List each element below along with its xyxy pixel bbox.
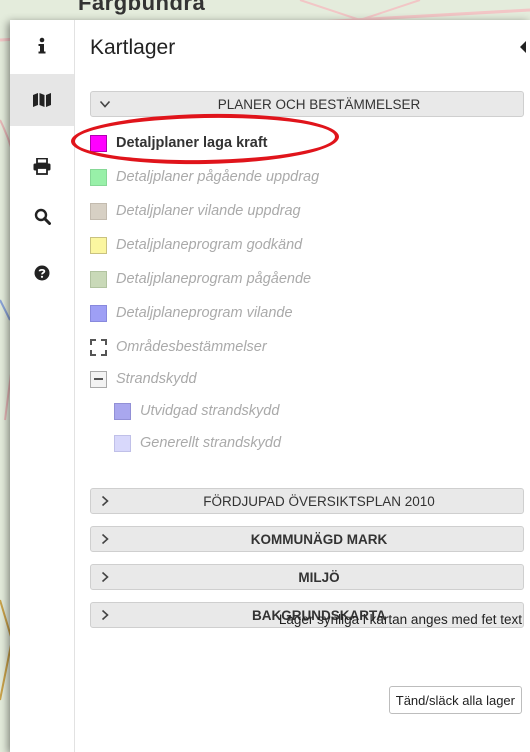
group-label: MILJÖ [298, 570, 340, 585]
layer-swatch [90, 236, 107, 254]
help-button[interactable] [10, 247, 74, 299]
layer-swatch [114, 402, 131, 420]
group-header-miljo[interactable]: MILJÖ [90, 564, 524, 590]
group-header-fordjupad[interactable]: FÖRDJUPAD ÖVERSIKTSPLAN 2010 [90, 488, 524, 514]
layer-label: Generellt strandskydd [140, 435, 282, 451]
layer-label: Detaljplaneprogram vilande [116, 305, 293, 321]
map-place-label: Färgbundra [78, 0, 206, 15]
group-label: FÖRDJUPAD ÖVERSIKTSPLAN 2010 [203, 494, 435, 509]
toggle-all-layers-button[interactable]: Tänd/släck alla lager [388, 686, 522, 714]
info-icon [38, 37, 46, 54]
layer-swatch [90, 168, 107, 186]
chevron-right-icon [101, 609, 109, 621]
layer-item[interactable]: Detaljplaner vilande uppdrag [90, 200, 301, 222]
layer-label: Utvidgad strandskydd [140, 403, 280, 419]
group-label: PLANER OCH BESTÄMMELSER [217, 97, 421, 112]
layer-panel: Kartlager PLANER OCH BESTÄMMELSER Detalj… [10, 20, 530, 752]
chevron-right-icon [101, 571, 109, 583]
print-button[interactable] [10, 140, 74, 192]
layer-item[interactable]: Detaljplaner pågående uppdrag [90, 166, 319, 188]
layer-item[interactable]: Områdesbestämmelser [90, 336, 267, 358]
panel-content: Kartlager PLANER OCH BESTÄMMELSER Detalj… [74, 20, 530, 752]
layer-label: Områdesbestämmelser [116, 339, 267, 355]
chevron-down-icon [99, 100, 111, 108]
layer-swatch [90, 338, 107, 356]
layer-label: Detaljplaner pågående uppdrag [116, 169, 320, 185]
layer-item[interactable]: Detaljplaneprogram pågående [90, 268, 311, 290]
layer-label: Detaljplaner vilande uppdrag [116, 203, 301, 219]
help-icon [34, 265, 50, 281]
layer-swatch [114, 434, 131, 452]
layer-label: Strandskydd [116, 371, 197, 387]
visibility-note: Lager synliga i kartan anges med fet tex… [278, 612, 522, 627]
layer-label: Detaljplaneprogram godkänd [116, 237, 303, 253]
panel-sidebar [10, 20, 75, 752]
layer-label: Detaljplaner laga kraft [116, 135, 268, 151]
chevron-right-icon [101, 533, 109, 545]
search-icon [34, 208, 51, 225]
group-label: KOMMUNÄGD MARK [250, 532, 388, 547]
layer-item[interactable]: Detaljplaneprogram vilande [90, 302, 293, 324]
chevron-right-icon [101, 495, 109, 507]
layer-item[interactable]: Generellt strandskydd [114, 432, 281, 454]
search-button[interactable] [10, 190, 74, 242]
group-header-planer[interactable]: PLANER OCH BESTÄMMELSER [90, 91, 524, 117]
layer-swatch [90, 304, 107, 322]
layer-item[interactable]: Detaljplaneprogram godkänd [90, 234, 302, 256]
panel-title: Kartlager [90, 36, 176, 59]
layer-item[interactable]: Detaljplaner laga kraft [90, 132, 268, 154]
info-button[interactable] [10, 20, 74, 72]
group-header-kommunagd[interactable]: KOMMUNÄGD MARK [90, 526, 524, 552]
map-layers-button[interactable] [10, 74, 74, 126]
layer-label: Detaljplaneprogram pågående [116, 271, 312, 287]
map-icon [33, 93, 51, 107]
collapse-minus-icon[interactable] [90, 370, 107, 388]
print-icon [33, 157, 51, 175]
layer-swatch [90, 202, 107, 220]
layer-swatch [90, 134, 107, 152]
layer-swatch [90, 270, 107, 288]
layer-item[interactable]: Utvidgad strandskydd [114, 400, 279, 422]
layer-subgroup[interactable]: Strandskydd [90, 368, 197, 390]
collapse-panel-icon[interactable] [518, 40, 528, 54]
